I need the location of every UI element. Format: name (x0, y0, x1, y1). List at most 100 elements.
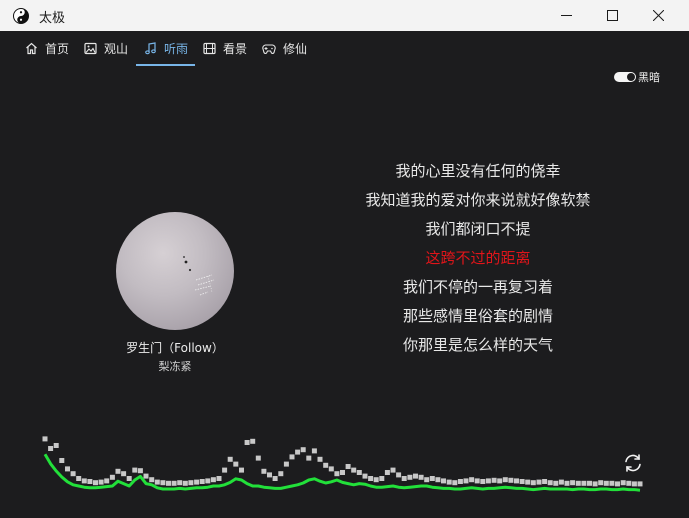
spectrum-peak (530, 480, 536, 486)
spectrum-peak (317, 456, 323, 462)
spectrum-peak (188, 480, 194, 486)
toggle-knob (627, 73, 635, 81)
spectrum-peak (491, 477, 497, 483)
spectrum-peak (154, 479, 160, 485)
spectrum-peak (160, 480, 166, 486)
tab-mountain[interactable]: 观山 (84, 31, 128, 65)
spectrum-peak (384, 470, 390, 475)
spectrum-peak (48, 446, 54, 451)
title-bar: 太极 (0, 0, 689, 31)
spectrum-peak (368, 476, 374, 481)
spectrum-peak (413, 473, 418, 479)
spectrum-peak (581, 480, 587, 486)
spectrum-peak (300, 447, 306, 453)
tab-label: 看景 (223, 41, 248, 56)
spectrum-peak (205, 478, 211, 484)
lyric-line: 我们不停的一再复习着 (402, 278, 553, 296)
spectrum-peak (514, 478, 519, 484)
spectrum-peak (631, 481, 637, 487)
spectrum-peak (587, 480, 592, 486)
game-controller-icon (262, 43, 276, 54)
spectrum-peak (474, 478, 480, 484)
tab-label: 修仙 (283, 41, 308, 56)
spectrum-peak (424, 477, 430, 483)
current-lyric-line: 这跨不过的距离 (425, 249, 531, 267)
active-tab-indicator (136, 64, 195, 66)
close-icon (652, 10, 664, 21)
spectrum-visualizer (42, 436, 643, 492)
spectrum-peak (109, 474, 115, 480)
spectrum-peak (76, 476, 82, 481)
maximize-button[interactable] (589, 0, 635, 31)
spectrum-peak (239, 467, 244, 473)
spectrum-peak (65, 466, 70, 472)
spectrum-peak (278, 471, 284, 477)
spectrum-peak (98, 479, 104, 485)
spectrum-peak (216, 476, 222, 481)
spectrum-peak (570, 480, 576, 486)
spectrum-peak (70, 471, 76, 477)
dark-mode-toggle[interactable]: 黑暗 (614, 69, 660, 85)
spectrum-peak (261, 468, 267, 474)
spectrum-peak (42, 436, 48, 442)
spectrum-peak (401, 476, 407, 481)
spectrum-peak (143, 473, 149, 479)
tab-cultivation[interactable]: 修仙 (262, 31, 307, 65)
lyric-line: 那些感情里俗套的剧情 (402, 307, 553, 325)
spectrum-peak (379, 476, 385, 481)
spectrum-peak (485, 478, 491, 484)
close-button[interactable] (635, 0, 681, 31)
spectrum-peak (463, 478, 469, 484)
spectrum-peak (452, 480, 458, 486)
tab-label: 首页 (45, 41, 70, 56)
spectrum-peak (564, 480, 570, 486)
spectrum-peak (227, 456, 233, 462)
spectrum-peak (345, 464, 351, 469)
minimize-icon (560, 15, 572, 16)
toggle-switch[interactable] (614, 72, 636, 82)
spectrum-peak (390, 467, 396, 473)
spectrum-peak (53, 443, 59, 448)
spectrum-peak (334, 471, 340, 477)
spectrum-peak (547, 480, 553, 486)
spectrum-peak (87, 479, 93, 484)
minimize-button[interactable] (543, 0, 589, 31)
spectrum-peak (457, 479, 463, 484)
song-title: 罗生门（Follow） (126, 341, 224, 355)
spectrum-peak (626, 480, 632, 486)
tab-label: 听雨 (164, 41, 189, 56)
tab-scenery[interactable]: 看景 (203, 31, 247, 65)
spectrum-peak (104, 478, 110, 484)
spectrum-peak (407, 474, 413, 480)
spectrum-peak (469, 477, 475, 483)
spectrum-peak (536, 479, 542, 485)
lyric-line: 你那里是怎么样的天气 (402, 336, 553, 354)
image-icon (84, 42, 97, 54)
spectrum-peak (542, 479, 548, 484)
yin-yang-icon (13, 8, 29, 24)
spectrum-peak (497, 478, 503, 484)
tab-music[interactable]: 听雨 (144, 31, 188, 65)
spectrum-peak (121, 471, 127, 477)
lyric-line: 我的心里没有任何的侥幸 (395, 162, 561, 180)
music-note-icon (145, 41, 156, 54)
spectrum-peak (126, 476, 132, 481)
spectrum-peak (441, 478, 446, 484)
spectrum-peak (323, 462, 329, 468)
spectrum-peak (244, 440, 250, 445)
spectrum-peak (615, 481, 620, 487)
spectrum-peak (283, 461, 289, 467)
spectrum-peak (81, 478, 87, 484)
spectrum-peak (182, 480, 188, 486)
lyric-line: 我们都闭口不提 (425, 220, 531, 238)
spectrum-peak (306, 455, 312, 461)
lyrics-panel: 我的心里没有任何的侥幸 我知道我的爱对你来说就好像软禁 我们都闭口不提 这跨不过… (330, 157, 626, 360)
tab-home[interactable]: 首页 (25, 31, 69, 65)
spectrum-peak (598, 480, 604, 486)
spectrum-peak (525, 479, 531, 485)
spectrum-peak (132, 467, 138, 473)
spectrum-peak (446, 479, 452, 485)
refresh-button[interactable] (622, 452, 644, 474)
nav-tabs: 首页 观山 听雨 看景 修仙 (0, 31, 689, 67)
spectrum-peak (171, 480, 177, 486)
